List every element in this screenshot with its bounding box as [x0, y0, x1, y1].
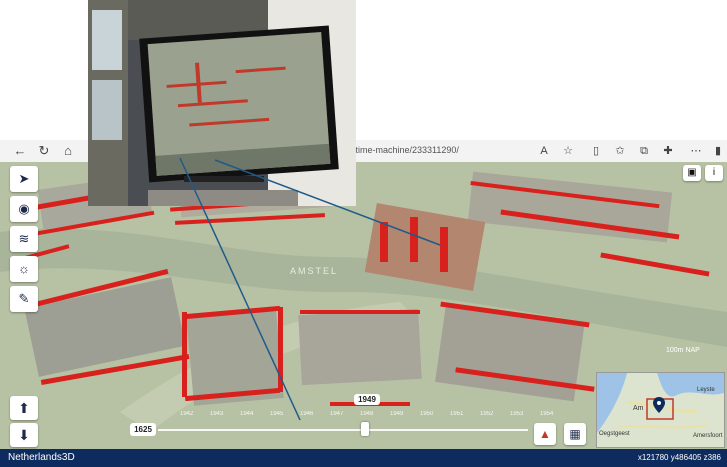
pointer-lines — [179, 157, 441, 421]
